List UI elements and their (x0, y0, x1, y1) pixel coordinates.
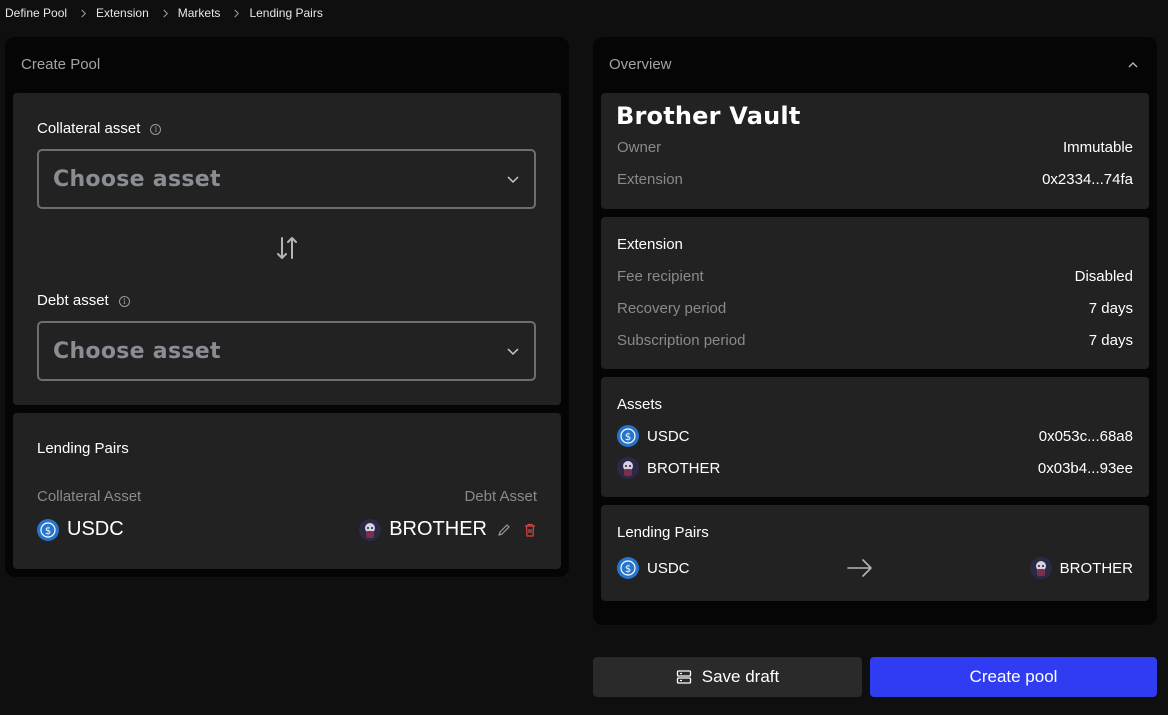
overview-pair-debt: BROTHER (1059, 559, 1133, 577)
create-pool-panel: Create Pool Collateral asset i Choose ass… (5, 37, 569, 577)
debt-asset-select[interactable]: Choose asset (37, 321, 536, 381)
asset-symbol: BROTHER (647, 459, 721, 477)
chevron-down-icon (507, 176, 519, 184)
recovery-period-label: Recovery period (617, 300, 727, 317)
owner-row: Owner Immutable (617, 139, 1133, 156)
brother-icon (617, 457, 639, 479)
asset-address: 0x03b4...93ee (1037, 459, 1133, 477)
usdc-icon: $ (37, 518, 59, 541)
asset-selection-card: Collateral asset i Choose asset Debt asse… (13, 93, 561, 405)
overview-pair-collateral: USDC (647, 559, 690, 577)
lending-pairs-card: Lending Pairs Collateral Asset Debt Asse… (13, 413, 561, 569)
subscription-period-row: Subscription period 7 days (617, 332, 1133, 349)
extension-value: 0x2334...74fa (1042, 171, 1133, 188)
breadcrumb-item-markets[interactable]: Markets (178, 6, 221, 20)
owner-label: Owner (617, 139, 662, 156)
edit-icon[interactable] (497, 523, 511, 537)
debt-asset-placeholder: Choose asset (53, 338, 221, 364)
swap-icon[interactable] (275, 235, 299, 261)
arrow-right-icon (847, 559, 872, 577)
assets-card: Assets $ USDC 0x053c...68a8 BROTHER 0x03… (601, 377, 1149, 497)
asset-address: 0x053c...68a8 (1038, 427, 1133, 445)
debt-asset-label: Debt asset i (37, 292, 130, 309)
brother-icon (359, 518, 382, 541)
pair-debt-symbol: BROTHER (389, 518, 487, 540)
collateral-asset-header: Collateral Asset (37, 488, 142, 505)
extension-section-title: Extension (617, 236, 683, 253)
overview-title: Overview (609, 56, 672, 73)
pair-collateral-token: $ USDC (37, 518, 124, 541)
overview-lending-pairs-title: Lending Pairs (617, 524, 709, 541)
fee-recipient-value: Disabled (1074, 268, 1133, 285)
fee-recipient-label: Fee recipient (617, 268, 704, 285)
extension-label: Extension (617, 171, 683, 188)
subscription-period-value: 7 days (1088, 332, 1133, 349)
extension-card: Extension Fee recipient Disabled Recover… (601, 217, 1149, 369)
server-icon (676, 670, 691, 684)
breadcrumb-item-extension[interactable]: Extension (96, 6, 149, 20)
assets-title: Assets (617, 396, 663, 413)
pair-debt-token: BROTHER (359, 518, 537, 541)
info-icon[interactable]: i (150, 123, 162, 135)
breadcrumb-item-lending-pairs[interactable]: Lending Pairs (249, 6, 322, 20)
vault-name: Brother Vault (616, 102, 801, 130)
breadcrumb-item-define-pool[interactable]: Define Pool (5, 6, 67, 20)
extension-row: Extension 0x2334...74fa (617, 171, 1133, 188)
delete-icon[interactable] (523, 523, 537, 537)
debt-asset-header: Debt Asset (464, 488, 537, 505)
overview-panel: Overview Brother Vault Owner Immutable E… (593, 37, 1157, 625)
subscription-period-label: Subscription period (617, 332, 746, 349)
fee-recipient-row: Fee recipient Disabled (617, 268, 1133, 285)
asset-symbol: USDC (647, 427, 690, 445)
save-draft-label: Save draft (701, 667, 780, 686)
svg-text:$: $ (625, 564, 631, 575)
owner-value: Immutable (1062, 139, 1133, 156)
create-pool-label: Create pool (969, 667, 1058, 686)
chevron-right-icon (161, 9, 170, 18)
breadcrumb: Define Pool Extension Markets Lending Pa… (5, 5, 323, 21)
chevron-up-icon[interactable] (1127, 59, 1139, 71)
save-draft-button[interactable]: Save draft (593, 657, 862, 697)
chevron-down-icon (507, 348, 519, 356)
overview-pair-row: $ USDC BROTHER (617, 557, 1133, 579)
usdc-icon: $ (617, 557, 639, 579)
collateral-asset-label: Collateral asset i (37, 120, 162, 137)
asset-row-usdc: $ USDC 0x053c...68a8 (617, 425, 1133, 447)
collateral-asset-placeholder: Choose asset (53, 166, 221, 192)
create-pool-title: Create Pool (21, 56, 101, 73)
collateral-asset-select[interactable]: Choose asset (37, 149, 536, 209)
chevron-right-icon (79, 9, 88, 18)
recovery-period-row: Recovery period 7 days (617, 300, 1133, 317)
lending-pairs-title: Lending Pairs (37, 440, 129, 457)
create-pool-button[interactable]: Create pool (870, 657, 1157, 697)
info-icon[interactable]: i (118, 295, 130, 307)
svg-text:$: $ (625, 432, 631, 443)
chevron-right-icon (232, 9, 241, 18)
svg-text:$: $ (45, 526, 51, 537)
overview-lending-pairs-card: Lending Pairs $ USDC BROTHER (601, 505, 1149, 601)
asset-row-brother: BROTHER 0x03b4...93ee (617, 457, 1133, 479)
brother-icon (1029, 557, 1052, 579)
recovery-period-value: 7 days (1088, 300, 1133, 317)
vault-card: Brother Vault Owner Immutable Extension … (601, 93, 1149, 209)
pair-collateral-symbol: USDC (67, 518, 124, 540)
usdc-icon: $ (617, 425, 639, 447)
